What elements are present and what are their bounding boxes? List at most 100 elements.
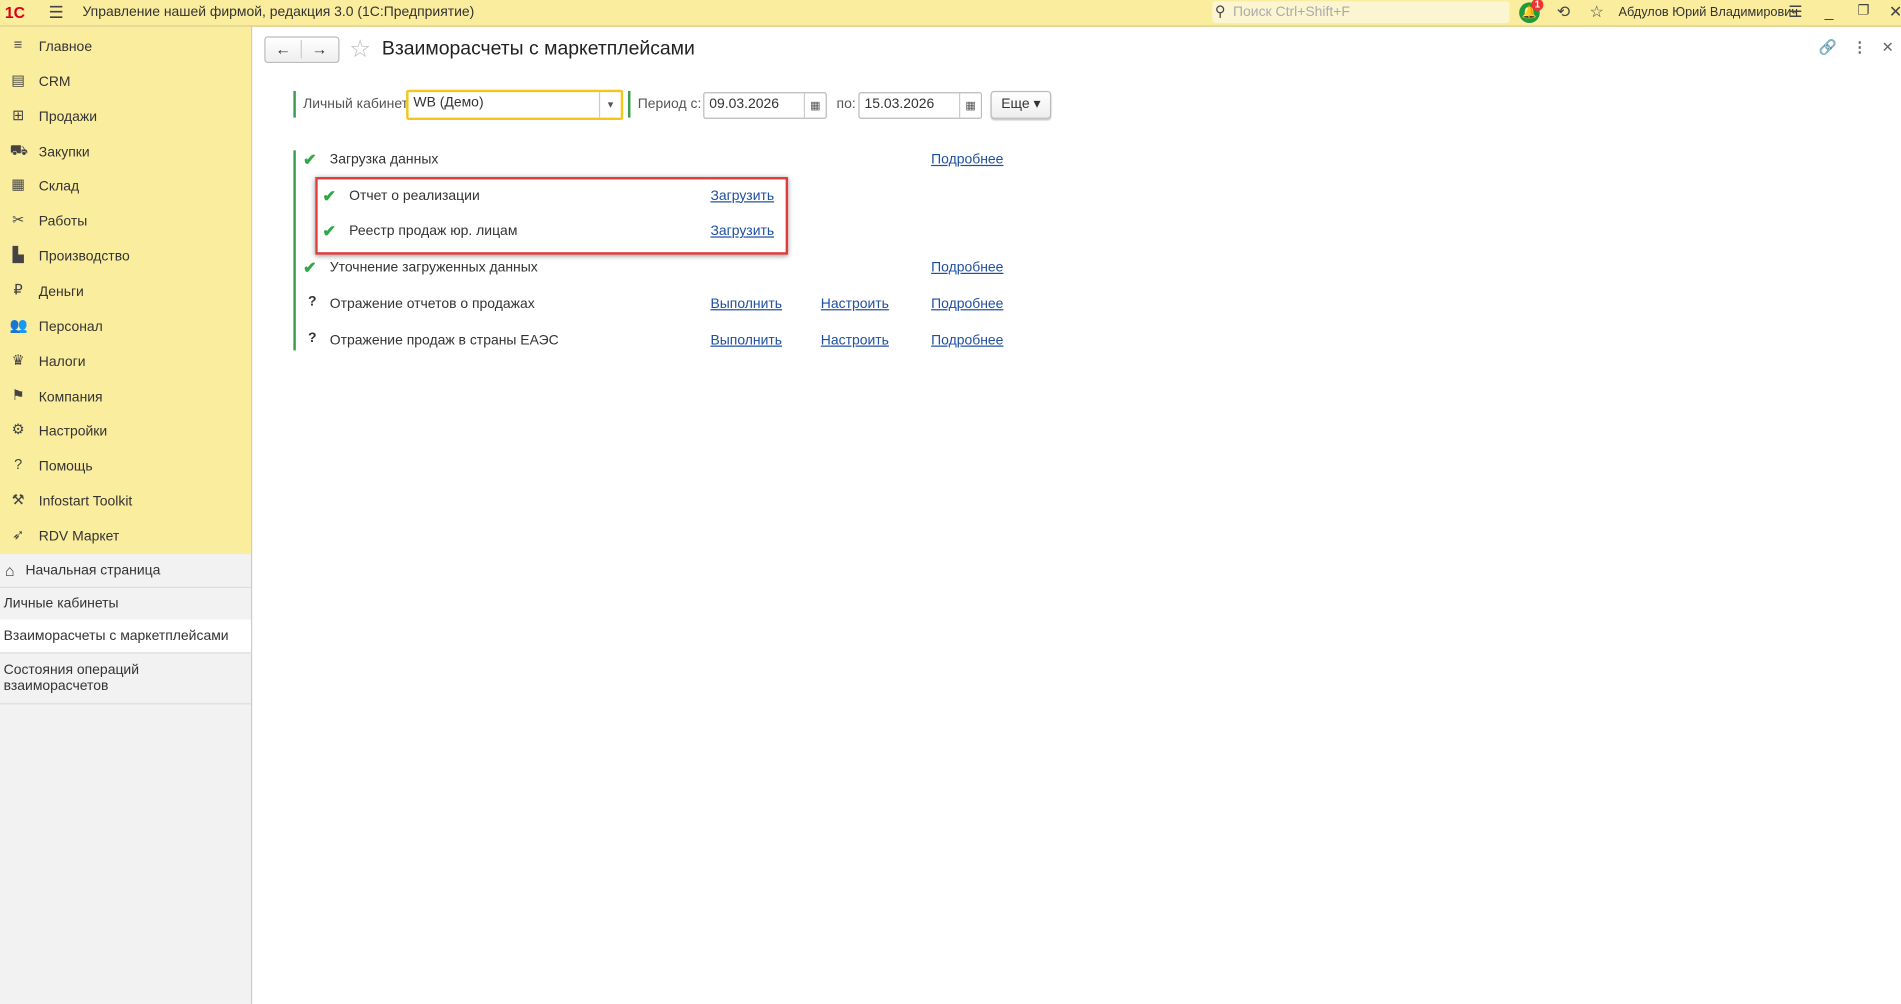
step-setup-link[interactable]: Настроить [821,297,889,312]
step-row: ✔ Уточнение загруженных данных Подробнее [252,258,1101,280]
section-icon: ⊞ [12,106,25,124]
step-setup-link[interactable]: Настроить [821,333,889,348]
sidebar-item[interactable]: ? Помощь [0,449,251,484]
more-actions-icon[interactable]: ⋮ [1853,39,1868,56]
period-from-label: Период с: [637,96,702,112]
sidebar-item[interactable]: ⚙ Настройки [0,414,251,449]
calendar-icon[interactable]: ▦ [959,93,981,118]
forward-arrow-icon[interactable]: → [302,40,337,58]
steps-divider [293,150,296,351]
sidebar-item[interactable]: ➶ RDV Маркет [0,519,251,554]
link-icon[interactable]: 🔗 [1819,39,1837,56]
sidebar-item-label: Закупки [38,144,90,160]
step-run-link[interactable]: Выполнить [710,297,782,312]
section-icon: ♛ [11,351,25,369]
open-window-item[interactable]: ⌂ Начальная страница [0,554,251,589]
sidebar-item[interactable]: ▦ Склад [0,169,251,204]
sidebar-item-label: Infostart Toolkit [38,494,133,510]
more-button[interactable]: Еще ▾ [990,90,1052,119]
open-window-item[interactable]: Личные кабинеты [0,587,251,621]
settings-menu-icon[interactable]: ☰ [1788,2,1802,21]
user-name[interactable]: Абдулов Юрий Владимирович [1619,5,1798,20]
step-details-link[interactable]: Подробнее [931,333,1003,348]
period-from-value: 09.03.2026 [709,96,780,112]
sidebar-item-label: Продажи [38,109,98,125]
cabinet-select[interactable]: WB (Демо) ▾ [406,89,624,121]
section-icon: ≡ [13,36,23,54]
step-label: Уточнение загруженных данных [329,260,538,276]
step-label: Отражение отчетов о продажах [329,296,535,312]
search-icon: ⚲ [1214,2,1226,20]
period-to-label: по: [836,96,856,112]
sidebar-item-label: Компания [38,389,103,405]
restore-icon[interactable]: ❐ [1857,2,1869,19]
open-window-label: Личные кабинеты [3,596,119,612]
sidebar-item[interactable]: ▙ Производство [0,239,251,274]
sidebar-item-label: Настройки [38,424,108,440]
nav-buttons: ← → [264,36,340,64]
history-icon[interactable]: ⟲ [1557,2,1570,21]
sidebar-item-label: CRM [38,74,71,90]
period-to-input[interactable]: 15.03.2026 ▦ [858,92,983,119]
section-icon: ⛟ [9,141,29,159]
section-icon: ✂ [12,211,25,229]
step-details-link[interactable]: Подробнее [931,153,1003,168]
notification-badge: 1 [1531,0,1544,11]
sidebar-item[interactable]: ✂ Работы [0,204,251,239]
sidebar-item[interactable]: ⊞ Продажи [0,99,251,134]
section-icon: ? [14,456,23,474]
question-icon: ? [307,330,317,345]
section-icon: ▤ [11,71,26,89]
favorites-star-icon[interactable]: ☆ [1589,2,1603,21]
sidebar-item[interactable]: ♛ Налоги [0,344,251,379]
sidebar-item-label: Главное [38,40,93,55]
sidebar-item-label: Деньги [38,284,84,300]
close-form-icon[interactable]: ✕ [1882,39,1894,56]
back-arrow-icon[interactable]: ← [266,40,302,59]
home-icon: ⌂ [4,561,15,580]
open-window-item[interactable]: Состояния операций взаиморасчетов [0,652,251,705]
chevron-down-icon[interactable]: ▾ [598,92,621,118]
cabinet-value: WB (Демо) [413,95,484,111]
minimize-icon[interactable]: _ [1825,2,1834,20]
step-run-link[interactable]: Выполнить [710,333,782,348]
sidebar-item[interactable]: ⚒ Infostart Toolkit [0,484,251,519]
step-details-link[interactable]: Подробнее [931,297,1003,312]
search-input[interactable]: ⚲ Поиск Ctrl+Shift+F [1212,1,1510,24]
sections-panel: ≡ Главное ▤ CRM ⊞ Продажи ⛟ Закупки ▦ Склад ✂ Работ… [0,26,251,555]
sidebar-item-label: Склад [38,179,80,195]
step-row: ? Отражение отчетов о продажах Выполнить На… [252,294,1101,316]
close-window-icon[interactable]: ✕ [1889,2,1901,21]
calendar-icon[interactable]: ▦ [803,93,826,118]
sidebar-item[interactable]: ≡ Главное [0,29,251,64]
period-from-input[interactable]: 09.03.2026 ▦ [703,92,827,119]
sidebar-item[interactable]: ₽ Деньги [0,274,251,309]
sidebar-item-label: Работы [38,214,88,230]
sidebar-item[interactable]: 👥 Персонал [0,309,251,344]
sidebar-item[interactable]: ⚑ Компания [0,379,251,414]
section-icon: ▦ [11,176,26,194]
sidebar-item-label: Помощь [38,459,93,475]
sidebar-item-label: RDV Маркет [38,529,120,545]
section-icon: ₽ [13,281,23,299]
sidebar: ≡ Главное ▤ CRM ⊞ Продажи ⛟ Закупки ▦ Склад ✂ Работ… [0,26,253,1004]
section-icon: ⚑ [11,386,25,404]
section-icon: ▙ [12,246,24,264]
section-icon: 👥 [9,316,28,334]
open-window-item[interactable]: Взаиморасчеты с маркетплейсами [0,619,251,654]
sidebar-item[interactable]: ⛟ Закупки [0,134,251,169]
sidebar-item-label: Налоги [38,354,86,370]
sidebar-item-label: Персонал [38,319,103,335]
cabinet-label: Личный кабинет: [303,96,412,112]
main-form: ← → ☆ Взаиморасчеты с маркетплейсами 🔗 ⋮ … [252,27,1901,1004]
main-menu-icon[interactable]: ☰ [48,2,63,23]
check-icon: ✔ [303,150,317,169]
group-divider [293,90,296,118]
step-details-link[interactable]: Подробнее [931,261,1003,276]
open-window-label: Состояния операций взаиморасчетов [3,663,140,694]
add-favorite-star-icon[interactable]: ☆ [349,34,371,64]
sidebar-item-label: Производство [38,249,130,265]
step-row: ? Отражение продаж в страны ЕАЭС Выполнить… [252,330,1101,352]
sidebar-item[interactable]: ▤ CRM [0,64,251,99]
app-title: Управление нашей фирмой, редакция 3.0 (1… [82,4,475,20]
